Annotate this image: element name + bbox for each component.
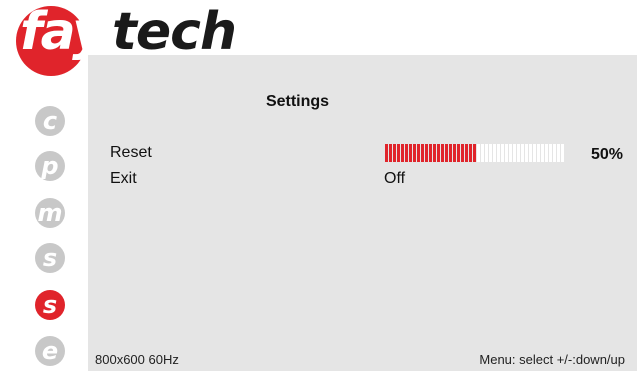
progress-segment bbox=[533, 144, 536, 162]
progress-segment bbox=[509, 144, 512, 162]
progress-segment bbox=[385, 144, 388, 162]
nav-p-icon[interactable]: p bbox=[35, 151, 65, 181]
progress-segment bbox=[425, 144, 428, 162]
progress-segment bbox=[521, 144, 524, 162]
progress-segment bbox=[393, 144, 396, 162]
progress-segment bbox=[557, 144, 560, 162]
progress-segment bbox=[465, 144, 468, 162]
progress-segment bbox=[441, 144, 444, 162]
progress-segment bbox=[525, 144, 528, 162]
progress-segment bbox=[445, 144, 448, 162]
progress-segment bbox=[397, 144, 400, 162]
progress-segment bbox=[545, 144, 548, 162]
progress-segment bbox=[505, 144, 508, 162]
progress-segment bbox=[541, 144, 544, 162]
progress-segment bbox=[477, 144, 480, 162]
progress-segment bbox=[517, 144, 520, 162]
progress-segment bbox=[561, 144, 564, 162]
progress-segment bbox=[457, 144, 460, 162]
progress-segment bbox=[529, 144, 532, 162]
progress-segment bbox=[405, 144, 408, 162]
exit-value: Off bbox=[384, 170, 406, 187]
progress-segment bbox=[401, 144, 404, 162]
page-title: Settings bbox=[265, 93, 330, 110]
nav-s-icon[interactable]: s bbox=[35, 243, 65, 273]
progress-segment bbox=[553, 144, 556, 162]
progress-segment bbox=[497, 144, 500, 162]
progress-segment bbox=[473, 144, 476, 162]
progress-segment bbox=[421, 144, 424, 162]
progress-segment bbox=[493, 144, 496, 162]
progress-segment bbox=[469, 144, 472, 162]
logo-prefix: fay bbox=[20, 2, 106, 62]
progress-segment bbox=[433, 144, 436, 162]
progress-segment bbox=[449, 144, 452, 162]
settings-panel: Settings Reset 50% Exit Off 800x600 60Hz… bbox=[88, 55, 637, 371]
resolution-status: 800x600 60Hz bbox=[95, 352, 179, 367]
progress-segment bbox=[429, 144, 432, 162]
progress-segment bbox=[489, 144, 492, 162]
progress-segment bbox=[409, 144, 412, 162]
logo-suffix: tech bbox=[112, 2, 237, 62]
menu-item-reset[interactable]: Reset bbox=[110, 144, 152, 162]
progress-segment bbox=[453, 144, 456, 162]
nav-m-icon[interactable]: m bbox=[35, 198, 65, 228]
progress-segment bbox=[437, 144, 440, 162]
progress-segment bbox=[481, 144, 484, 162]
menu-item-exit[interactable]: Exit bbox=[110, 170, 137, 188]
progress-segment bbox=[417, 144, 420, 162]
progress-segment bbox=[413, 144, 416, 162]
nav-e-icon[interactable]: e bbox=[35, 336, 65, 366]
progress-segment bbox=[513, 144, 516, 162]
progress-segment bbox=[389, 144, 392, 162]
progress-segment bbox=[537, 144, 540, 162]
progress-segment bbox=[461, 144, 464, 162]
progress-segment bbox=[549, 144, 552, 162]
progress-segment bbox=[501, 144, 504, 162]
progress-segment bbox=[485, 144, 488, 162]
reset-progress-bar[interactable] bbox=[385, 144, 565, 162]
menu-hint: Menu: select +/-:down/up bbox=[479, 352, 625, 367]
nav-s-icon[interactable]: s bbox=[35, 290, 65, 320]
reset-percent: 50% bbox=[591, 146, 624, 163]
